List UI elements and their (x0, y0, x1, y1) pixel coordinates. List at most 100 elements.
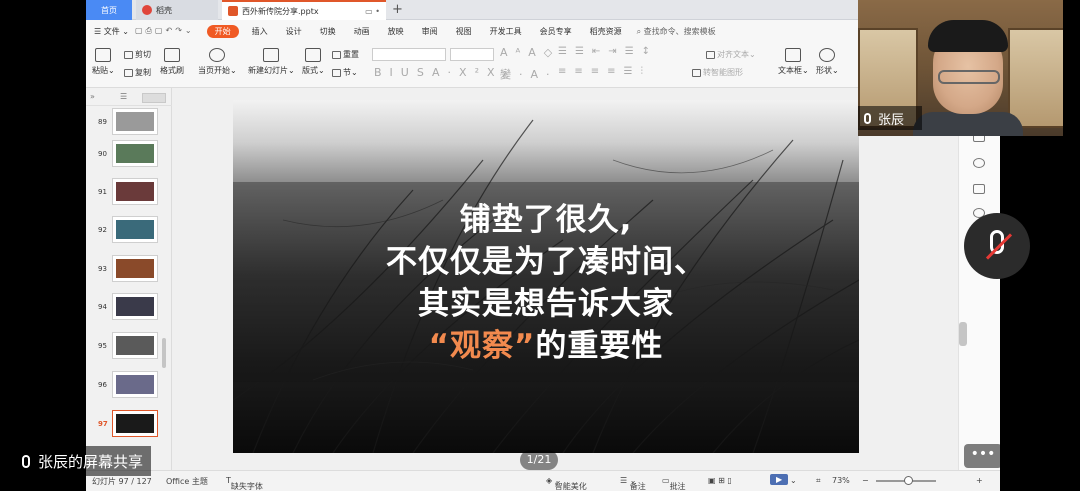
menu-item-member[interactable]: 会员专享 (540, 26, 572, 37)
thumbnail-view-icon[interactable] (142, 93, 166, 103)
highlight-word: “观察” (428, 328, 536, 364)
microphone-icon (864, 112, 871, 124)
slideshow-play-button[interactable]: ▶ (770, 474, 789, 485)
slide-number: 93 (98, 265, 107, 273)
slide-thumbnail (112, 332, 158, 359)
slide-number: 96 (98, 381, 107, 389)
participant-glasses (938, 70, 1000, 84)
copy-button[interactable]: 复制 (124, 67, 151, 78)
new-slide-button[interactable]: 新建幻灯片⌄ (248, 48, 295, 76)
slide-thumb-97[interactable]: 97 (86, 410, 172, 440)
slide-thumb-94[interactable]: 94 (86, 293, 172, 323)
current-slide[interactable]: 铺垫了很久, 不仅仅是为了凑时间、 其实是想告诉大家 “观察”的重要性 (233, 100, 859, 453)
canvas-vertical-scrollbar[interactable] (959, 322, 967, 346)
tab-docer[interactable]: 稻壳 (136, 0, 218, 20)
format-painter-button[interactable]: 格式刷 (160, 48, 184, 76)
font-size-select[interactable] (450, 48, 494, 61)
menu-item-transitions[interactable]: 切换 (320, 26, 336, 37)
slide-canvas: 铺垫了很久, 不仅仅是为了凑时间、 其实是想告诉大家 “观察”的重要性 (172, 88, 958, 470)
zoom-level[interactable]: 73% (832, 476, 850, 485)
outline-view-icon[interactable]: ☰ (120, 92, 127, 101)
textbox-label: 文本框 (778, 66, 802, 75)
pin-icon[interactable] (973, 158, 985, 168)
view-mode-icons[interactable]: ▣ ⊞ ▯ (708, 476, 732, 485)
panel-scrollbar[interactable] (162, 338, 166, 368)
menu-item-view[interactable]: 视图 (456, 26, 472, 37)
zoom-slider-handle[interactable] (904, 476, 913, 485)
slide-thumb-95[interactable]: 95 (86, 332, 172, 362)
menu-item-developer[interactable]: 开发工具 (490, 26, 522, 37)
tab-home-label: 首页 (101, 5, 117, 15)
slide-thumb-93[interactable]: 93 (86, 255, 172, 285)
shape-icon (819, 48, 836, 62)
textbox-button[interactable]: 文本框⌄ (778, 48, 809, 76)
layout-panel-icon[interactable] (973, 184, 985, 194)
text-effect-icons[interactable]: 變·A· (500, 66, 558, 82)
section-label: 节 (343, 68, 351, 77)
reset-button[interactable]: 重置 (332, 49, 359, 60)
font-family-select[interactable] (372, 48, 446, 61)
command-search[interactable]: ⌕ 查找命令、搜索模板 (637, 26, 716, 37)
menu-item-animation[interactable]: 动画 (354, 26, 370, 37)
slide-thumb-96[interactable]: 96 (86, 371, 172, 401)
slide-thumb-90[interactable]: 90 (86, 140, 172, 170)
convert-smartart-button[interactable]: 转智能图形 (692, 67, 743, 78)
slide-number: 92 (98, 226, 107, 234)
quick-access-icons[interactable]: ▢⎙▢↶↷⌄ (135, 26, 195, 36)
slide-thumbnail (112, 108, 158, 135)
comments-button[interactable]: ▭ 批注 (662, 476, 686, 491)
participant-name: 张辰 (878, 112, 905, 128)
tab-close-icon[interactable]: ▭ • (365, 7, 380, 16)
screen-share-text: 张辰的屏幕共享 (38, 452, 144, 471)
section-button[interactable]: 节⌄ (332, 67, 358, 78)
menu-item-review[interactable]: 审阅 (422, 26, 438, 37)
menu-item-home[interactable]: 开始 (206, 24, 239, 38)
font-size-adjust-icons[interactable]: AᴬA◇ (500, 46, 560, 59)
paragraph-align-icons[interactable]: ≡≡≡≡☰⫶ (558, 66, 651, 77)
zoom-out-icon[interactable]: − (862, 476, 869, 485)
slide-number: 94 (98, 303, 107, 311)
textbox-icon (785, 48, 802, 62)
slide-thumb-92[interactable]: 92 (86, 216, 172, 246)
microphone-icon (22, 454, 30, 468)
zoom-in-icon[interactable]: + (976, 476, 983, 485)
menu-item-design[interactable]: 设计 (286, 26, 302, 37)
add-tab-icon[interactable]: + (392, 2, 403, 17)
menu-item-insert[interactable]: 插入 (252, 26, 268, 37)
smart-beautify-label: 智能美化 (554, 482, 587, 491)
bookshelf-right (1008, 28, 1063, 128)
slide-thumbnail (112, 216, 158, 243)
fit-window-icon[interactable]: ⌗ (816, 476, 821, 486)
mute-microphone-button[interactable] (964, 213, 1030, 279)
cut-button[interactable]: 剪切 (124, 49, 151, 60)
slide-thumb-89[interactable]: 89 (86, 108, 172, 138)
layout-button[interactable]: 版式⌄ (302, 48, 325, 76)
webcam-video-tile[interactable]: 张辰 (858, 0, 1063, 136)
align-text-button[interactable]: 对齐文本⌄ (706, 49, 756, 60)
collapse-panel-icon[interactable]: » (90, 92, 95, 101)
status-bar: 幻灯片 97 / 127 Office 主题 T 缺失字体 ◈ 智能美化 ⌄ ☰… (86, 470, 1000, 491)
slide-thumb-91[interactable]: 91 (86, 178, 172, 208)
paste-button[interactable]: 粘贴⌄ (92, 48, 115, 76)
tab-document[interactable]: 西外新传院分享.pptx ▭ • (222, 0, 386, 20)
shape-button[interactable]: 形状⌄ (816, 48, 839, 76)
slide-number: 95 (98, 342, 107, 350)
screen-share-label: 张辰的屏幕共享 (14, 446, 152, 476)
play-from-current-button[interactable]: 当页开始⌄ (198, 48, 237, 76)
notes-button[interactable]: ☰ 备注 ⌄ (620, 476, 646, 491)
slideshow-options-icon[interactable]: ⌄ (790, 476, 797, 485)
menu-item-slideshow[interactable]: 放映 (388, 26, 404, 37)
convert-smartart-label: 转智能图形 (703, 68, 743, 77)
more-options-button[interactable]: ••• (964, 444, 1002, 468)
paragraph-list-icons[interactable]: ☰☰⇤⇥☰↕ (558, 46, 658, 57)
text-format-icons[interactable]: BIUSA·X²X₂ (374, 66, 515, 79)
menu-file[interactable]: ☰ 文件 ⌄ (94, 26, 129, 37)
slide-number: 89 (98, 118, 107, 126)
menu-item-docer-resources[interactable]: 稻壳资源 (590, 26, 622, 37)
slide-text-line-4-rest: 的重要性 (535, 328, 664, 364)
notes-label: 备注 (629, 482, 646, 491)
tab-home[interactable]: 首页 (86, 0, 132, 20)
smart-beautify-button[interactable]: ◈ 智能美化 ⌄ (546, 476, 587, 491)
shape-label: 形状 (816, 66, 832, 75)
missing-font-button[interactable]: T 缺失字体 (226, 476, 263, 491)
